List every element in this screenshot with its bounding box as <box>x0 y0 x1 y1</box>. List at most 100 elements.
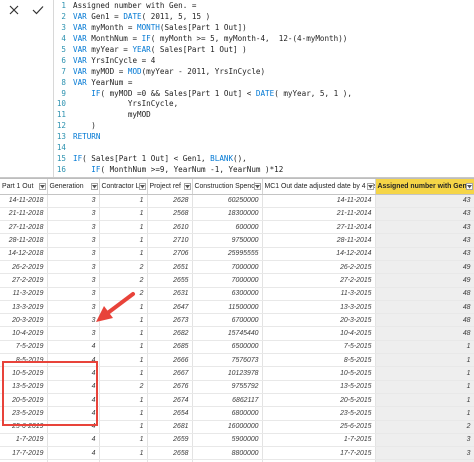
column-header[interactable]: Contractor Lot <box>99 179 148 195</box>
table-cell[interactable]: 1 <box>99 233 148 248</box>
table-cell[interactable]: 20-3-2015 <box>262 313 376 328</box>
table-cell[interactable]: 14-12-2018 <box>0 247 48 261</box>
table-cell[interactable]: 4 <box>47 433 100 448</box>
table-cell[interactable]: 2673 <box>147 313 193 328</box>
table-cell[interactable]: 13-5-2019 <box>0 380 48 394</box>
table-cell[interactable]: 2659 <box>147 433 193 448</box>
table-cell[interactable]: 4 <box>47 366 100 381</box>
table-cell[interactable]: 3 <box>47 247 100 261</box>
table-cell[interactable]: 43 <box>375 194 474 208</box>
table-cell[interactable]: 27-2-2015 <box>262 273 376 288</box>
table-cell[interactable]: 3 <box>47 233 100 248</box>
table-cell[interactable]: 3 <box>47 194 100 208</box>
filter-dropdown-icon[interactable] <box>138 183 146 190</box>
table-cell[interactable]: 1 <box>99 353 148 368</box>
table-cell[interactable]: 11500000 <box>192 300 263 315</box>
column-header[interactable]: Project ref <box>147 179 193 195</box>
table-cell[interactable]: 2710 <box>147 233 193 248</box>
table-row[interactable]: 11-3-2019 3 2 2631 6300000 11-3-2015 48 <box>0 287 474 301</box>
table-cell[interactable]: 10-4-2019 <box>0 326 48 341</box>
filter-dropdown-icon[interactable] <box>465 183 473 190</box>
code-line[interactable]: 15 IF( Sales[Part 1 Out] < Gen1, BLANK(), <box>56 154 474 165</box>
table-cell[interactable]: 14-12-2014 <box>262 247 376 261</box>
table-cell[interactable]: 4 <box>47 340 100 355</box>
formula-bar[interactable]: 1 Assigned number with Gen. = 2 VAR Gen1 = … <box>0 0 474 178</box>
table-cell[interactable]: 1 <box>99 326 148 341</box>
table-cell[interactable]: 43 <box>375 247 474 261</box>
table-cell[interactable]: 21-11-2018 <box>0 207 48 222</box>
table-cell[interactable]: 8800000 <box>192 446 263 461</box>
table-cell[interactable]: 20-5-2015 <box>262 393 376 408</box>
table-cell[interactable]: 4 <box>47 406 100 421</box>
filter-dropdown-icon[interactable] <box>38 183 46 190</box>
table-cell[interactable]: 4 <box>47 446 100 461</box>
table-cell[interactable]: 10-4-2015 <box>262 326 376 341</box>
table-cell[interactable]: 6800000 <box>192 406 263 421</box>
table-cell[interactable]: 600000 <box>192 220 263 235</box>
table-cell[interactable]: 2655 <box>147 273 193 288</box>
table-row[interactable]: 14-12-2018 3 1 2706 25995555 14-12-2014 43 <box>0 247 474 261</box>
table-cell[interactable]: 20-3-2019 <box>0 313 48 328</box>
table-cell[interactable]: 2666 <box>147 353 193 368</box>
table-cell[interactable]: 1 <box>99 313 148 328</box>
table-cell[interactable]: 13-5-2015 <box>262 380 376 394</box>
column-header[interactable]: MC1 Out date adjusted date by 4 yrs <box>262 179 376 195</box>
code-line[interactable]: 4 VAR MonthNum = IF( myMonth >= 5, myMont… <box>56 34 474 45</box>
table-cell[interactable]: 3 <box>47 220 100 235</box>
table-cell[interactable]: 18300000 <box>192 207 263 222</box>
table-row[interactable]: 10-5-2019 4 1 2667 10123978 10-5-2015 1 <box>0 366 474 381</box>
table-cell[interactable]: 1 <box>375 340 474 355</box>
table-row[interactable]: 13-3-2019 3 1 2647 11500000 13-3-2015 48 <box>0 300 474 315</box>
code-line[interactable]: 7 VAR myMOD = MOD(myYear - 2011, YrsInCyc… <box>56 67 474 78</box>
filter-dropdown-icon[interactable] <box>366 183 374 190</box>
table-cell[interactable]: 11-3-2019 <box>0 287 48 301</box>
table-cell[interactable]: 4 <box>47 393 100 408</box>
table-cell[interactable]: 1 <box>99 207 148 222</box>
table-cell[interactable]: 1 <box>99 393 148 408</box>
table-cell[interactable]: 7000000 <box>192 273 263 288</box>
table-cell[interactable]: 8-5-2019 <box>0 353 48 368</box>
table-row[interactable]: 26-2-2019 3 2 2651 7000000 26-2-2015 49 <box>0 260 474 275</box>
table-cell[interactable]: 48 <box>375 313 474 328</box>
table-cell[interactable]: 3 <box>47 260 100 275</box>
table-cell[interactable]: 1 <box>99 340 148 355</box>
code-line[interactable]: 10 YrsInCycle, <box>56 99 474 110</box>
table-cell[interactable]: 2667 <box>147 366 193 381</box>
table-cell[interactable]: 2681 <box>147 420 193 434</box>
table-cell[interactable]: 28-11-2014 <box>262 233 376 248</box>
table-cell[interactable]: 6300000 <box>192 287 263 301</box>
table-cell[interactable]: 4 <box>47 420 100 434</box>
table-cell[interactable]: 2654 <box>147 406 193 421</box>
table-cell[interactable]: 1 <box>375 380 474 394</box>
table-cell[interactable]: 2568 <box>147 207 193 222</box>
table-row[interactable]: 10-4-2019 3 1 2682 15745440 10-4-2015 48 <box>0 326 474 341</box>
code-line[interactable]: 9 IF( myMOD =0 && Sales[Part 1 Out] < DA… <box>56 89 474 100</box>
table-cell[interactable]: 1 <box>375 353 474 368</box>
table-cell[interactable]: 1 <box>99 420 148 434</box>
table-cell[interactable]: 3 <box>47 313 100 328</box>
table-row[interactable]: 20-5-2019 4 1 2674 6862117 20-5-2015 1 <box>0 393 474 408</box>
table-cell[interactable]: 3 <box>47 287 100 301</box>
table-row[interactable]: 14-11-2018 3 1 2628 60250000 14-11-2014 43 <box>0 194 474 208</box>
table-cell[interactable]: 16000000 <box>192 420 263 434</box>
table-cell[interactable]: 2676 <box>147 380 193 394</box>
code-line[interactable]: 12 ) <box>56 121 474 132</box>
table-cell[interactable]: 1-7-2019 <box>0 433 48 448</box>
table-cell[interactable]: 48 <box>375 300 474 315</box>
table-row[interactable]: 27-2-2019 3 2 2655 7000000 27-2-2015 49 <box>0 273 474 288</box>
table-cell[interactable]: 5900000 <box>192 433 263 448</box>
table-cell[interactable]: 2628 <box>147 194 193 208</box>
table-cell[interactable]: 3 <box>47 207 100 222</box>
table-cell[interactable]: 2 <box>99 260 148 275</box>
table-row[interactable]: 8-5-2019 4 1 2666 7576073 8-5-2015 1 <box>0 353 474 368</box>
table-cell[interactable]: 2 <box>99 273 148 288</box>
table-cell[interactable]: 48 <box>375 326 474 341</box>
table-cell[interactable]: 13-3-2019 <box>0 300 48 315</box>
table-cell[interactable]: 2 <box>99 380 148 394</box>
table-cell[interactable]: 25-6-2015 <box>262 420 376 434</box>
table-cell[interactable]: 4 <box>47 353 100 368</box>
data-grid[interactable]: Part 1 Out Generation Contractor Lot Projec… <box>0 178 474 462</box>
table-cell[interactable]: 27-11-2014 <box>262 220 376 235</box>
table-cell[interactable]: 7-5-2019 <box>0 340 48 355</box>
table-cell[interactable]: 1 <box>99 220 148 235</box>
